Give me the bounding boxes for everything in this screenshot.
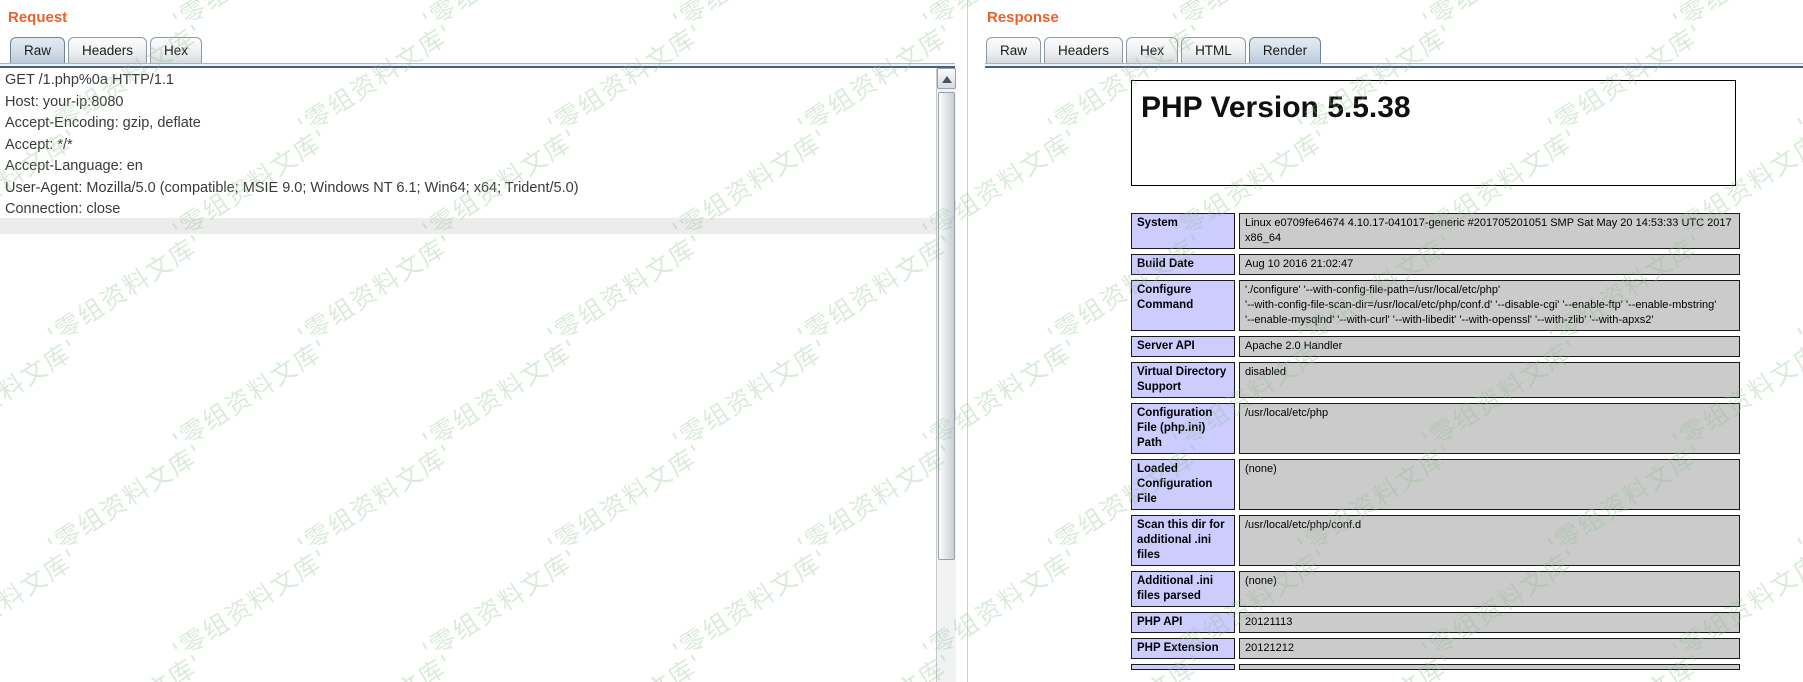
- watermark-text: '零组资料文库': [1790, 434, 1803, 562]
- watermark-text: '零组资料文库': [165, 539, 335, 667]
- request-editor-gap: [0, 218, 936, 234]
- info-row-label: PHP API: [1131, 612, 1235, 633]
- phpinfo-table: SystemLinux e0709fe64674 4.10.17-041017-…: [1131, 213, 1740, 670]
- watermark-text: '零组资料文库': [40, 434, 210, 562]
- watermark-text: '零组资料文库': [540, 434, 710, 562]
- info-row-value: disabled: [1239, 362, 1740, 398]
- info-row-label: [1131, 664, 1235, 670]
- panel-divider[interactable]: [967, 0, 968, 682]
- response-tab-bar: RawHeadersHexHTMLRender: [986, 36, 1324, 64]
- request-raw-editor[interactable]: GET /1.php%0a HTTP/1.1Host: your-ip:8080…: [5, 70, 925, 221]
- watermark-text: '零组资料文库': [790, 224, 960, 352]
- watermark-text: '零组资料文库': [665, 539, 835, 667]
- watermark-text: '零组资料文库': [540, 224, 710, 352]
- response-panel-title: Response: [987, 9, 1059, 26]
- watermark-text: '零组资料文库': [665, 0, 835, 37]
- watermark-text: '零组资料文库': [290, 644, 460, 682]
- info-row-label: Configure Command: [1131, 280, 1235, 331]
- watermark-text: '零组资料文库': [165, 0, 335, 37]
- watermark-text: '零组资料文库': [290, 434, 460, 562]
- watermark-text: '零组资料文库': [665, 329, 835, 457]
- php-version-heading: PHP Version 5.5.38: [1141, 91, 1735, 125]
- info-row-label: Server API: [1131, 336, 1235, 357]
- info-row-label: Virtual Directory Support: [1131, 362, 1235, 398]
- request-line: Accept: */*: [5, 135, 925, 157]
- watermark-text: '零组资料文库': [40, 224, 210, 352]
- watermark-text: '零组资料文库': [415, 329, 585, 457]
- watermark-text: '零组资料文库': [1790, 644, 1803, 682]
- watermark-text: '零组资料文库': [0, 539, 85, 667]
- info-row-value: Aug 10 2016 21:02:47: [1239, 254, 1740, 275]
- info-row-value: /usr/local/etc/php/conf.d: [1239, 515, 1740, 566]
- burp-message-viewer: Request RawHeadersHex GET /1.php%0a HTTP…: [0, 0, 1803, 682]
- request-line: GET /1.php%0a HTTP/1.1: [5, 70, 925, 92]
- info-row-value: Linux e0709fe64674 4.10.17-041017-generi…: [1239, 213, 1740, 249]
- tab-response-raw[interactable]: Raw: [986, 37, 1041, 64]
- request-vertical-scrollbar[interactable]: [936, 68, 956, 682]
- request-panel-title: Request: [8, 9, 67, 26]
- watermark-text: '零组资料文库': [1790, 14, 1803, 142]
- scroll-up-button[interactable]: [937, 68, 956, 89]
- tab-request-raw[interactable]: Raw: [10, 37, 65, 64]
- watermark-text: '零组资料文库': [1790, 224, 1803, 352]
- watermark-text: '零组资料文库': [290, 224, 460, 352]
- watermark-text: '零组资料文库': [0, 329, 85, 457]
- info-row-label: Loaded Configuration File: [1131, 459, 1235, 510]
- watermark-text: '零组资料文库': [1415, 0, 1585, 37]
- info-row-value: /usr/local/etc/php: [1239, 403, 1740, 454]
- watermark-text: '零组资料文库': [790, 644, 960, 682]
- request-line: User-Agent: Mozilla/5.0 (compatible; MSI…: [5, 178, 925, 200]
- watermark-text: '零组资料文库': [415, 0, 585, 37]
- tab-response-headers[interactable]: Headers: [1044, 37, 1123, 64]
- info-row-label: Configuration File (php.ini) Path: [1131, 403, 1235, 454]
- info-row-value: './configure' '--with-config-file-path=/…: [1239, 280, 1740, 331]
- request-line: Host: your-ip:8080: [5, 92, 925, 114]
- response-tabline: [985, 63, 1803, 68]
- info-row-label: Scan this dir for additional .ini files: [1131, 515, 1235, 566]
- request-tab-bar: RawHeadersHex: [10, 36, 205, 64]
- scrollbar-thumb[interactable]: [938, 92, 955, 560]
- request-line: Accept-Language: en: [5, 156, 925, 178]
- watermark-text: '零组资料文库': [40, 644, 210, 682]
- watermark-text: '零组资料文库': [790, 434, 960, 562]
- info-row-label: System: [1131, 213, 1235, 249]
- tab-response-hex[interactable]: Hex: [1126, 37, 1178, 64]
- tab-response-render[interactable]: Render: [1249, 37, 1321, 64]
- info-row-value: (none): [1239, 571, 1740, 607]
- watermark-text: '零组资料文库': [1665, 0, 1803, 37]
- watermark-text: '零组资料文库': [415, 539, 585, 667]
- request-line: Accept-Encoding: gzip, deflate: [5, 113, 925, 135]
- info-row-value: 20121113: [1239, 612, 1740, 633]
- request-tabline: [0, 63, 955, 68]
- info-row-label: Additional .ini files parsed: [1131, 571, 1235, 607]
- watermark-text: '零组资料文库': [1165, 0, 1335, 37]
- tab-request-headers[interactable]: Headers: [68, 37, 147, 64]
- watermark-text: '零组资料文库': [540, 644, 710, 682]
- info-row-value: Apache 2.0 Handler: [1239, 336, 1740, 357]
- watermark-text: '零组资料文库': [165, 329, 335, 457]
- info-row-value: 20121212: [1239, 638, 1740, 659]
- info-row-label: Build Date: [1131, 254, 1235, 275]
- php-version-box: PHP Version 5.5.38: [1131, 80, 1736, 186]
- tab-response-html[interactable]: HTML: [1181, 37, 1246, 64]
- tab-request-hex[interactable]: Hex: [150, 37, 202, 64]
- info-row-value: [1239, 664, 1740, 670]
- info-row-value: (none): [1239, 459, 1740, 510]
- arrow-up-icon: [942, 76, 952, 83]
- info-row-label: PHP Extension: [1131, 638, 1235, 659]
